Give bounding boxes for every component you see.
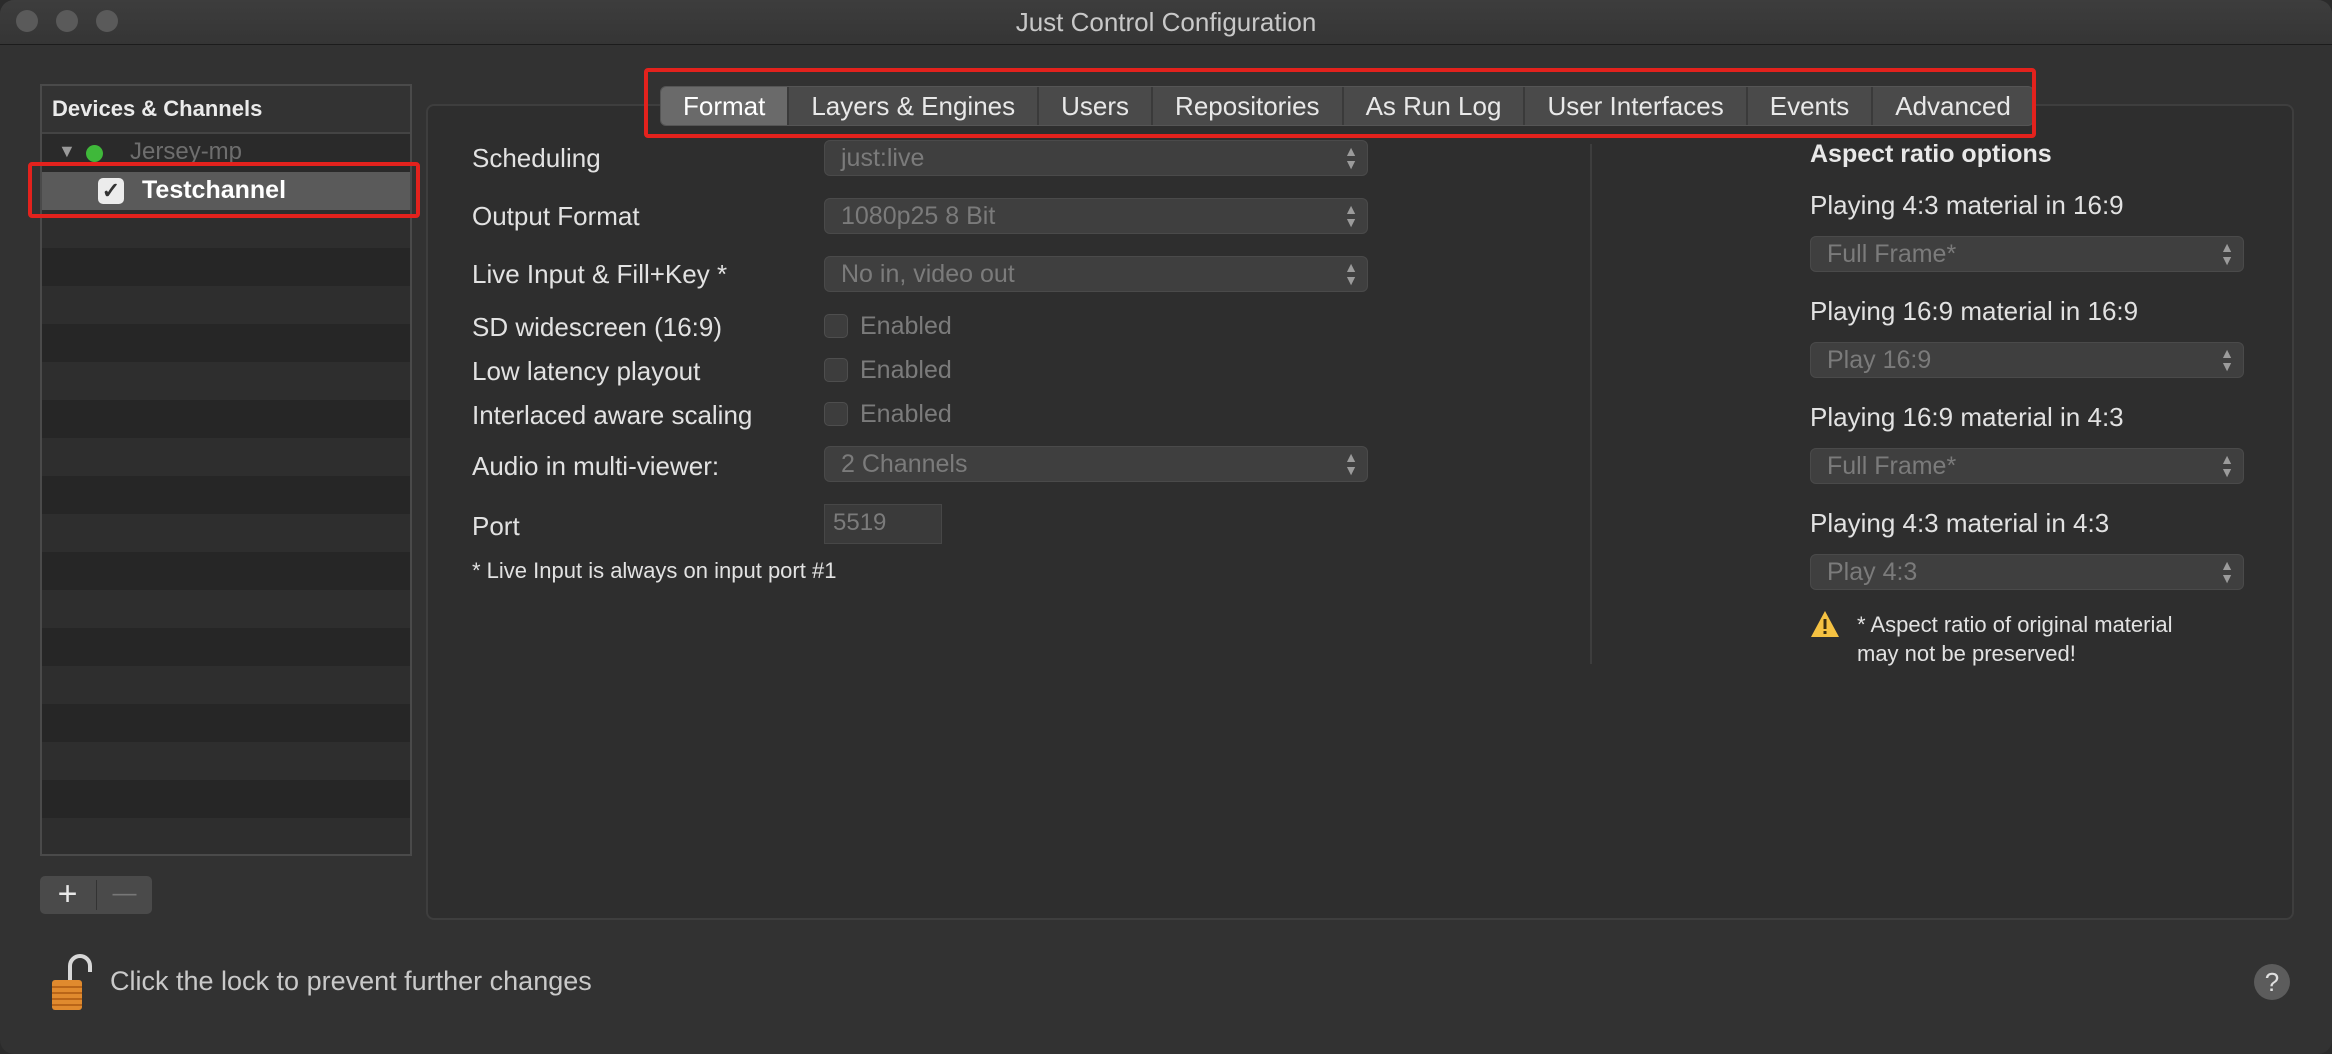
low-latency-checkbox[interactable]	[824, 358, 848, 382]
aspect-16x9-in-4x3-select[interactable]: Full Frame* ▲ ▼	[1810, 448, 2244, 484]
aspect-option-value: Play 16:9	[1827, 346, 1932, 374]
sd-widescreen-checkbox[interactable]	[824, 314, 848, 338]
live-input-note: * Live Input is always on input port #1	[472, 558, 837, 583]
list-row-empty	[42, 324, 410, 362]
aspect-option-label: Playing 4:3 material in 16:9	[1810, 190, 2124, 220]
sd-widescreen-checkbox-label: Enabled	[860, 312, 952, 340]
list-row-empty	[42, 286, 410, 324]
add-channel-button[interactable]: +	[40, 876, 95, 914]
list-row-empty	[42, 742, 410, 780]
disclosure-triangle-icon[interactable]: ▼	[58, 141, 76, 162]
interlaced-scaling-label: Interlaced aware scaling	[472, 400, 753, 430]
port-field[interactable]: 5519	[824, 504, 942, 544]
aspect-ratio-title: Aspect ratio options	[1810, 140, 2052, 168]
low-latency-checkbox-label: Enabled	[860, 356, 952, 384]
list-row-empty	[42, 628, 410, 666]
aspect-option-label: Playing 4:3 material in 4:3	[1810, 508, 2110, 538]
list-row-empty	[42, 552, 410, 590]
aspect-warning-text: * Aspect ratio of original material may …	[1857, 610, 2173, 668]
window-title: Just Control Configuration	[1015, 7, 1317, 37]
list-row-empty	[42, 590, 410, 628]
add-remove-control: + —	[40, 876, 152, 914]
live-input-label: Live Input & Fill+Key *	[472, 259, 728, 289]
scheduling-select[interactable]: just:live ▲ ▼	[824, 140, 1368, 176]
select-arrows-icon: ▲ ▼	[2220, 345, 2234, 374]
warning-icon	[1811, 611, 1839, 637]
select-arrows-icon: ▲ ▼	[2220, 239, 2234, 268]
status-dot-icon	[86, 145, 103, 162]
list-row-empty	[42, 666, 410, 704]
select-arrows-icon: ▲ ▼	[1344, 143, 1358, 172]
list-row-empty	[42, 438, 410, 476]
output-format-select[interactable]: 1080p25 8 Bit ▲ ▼	[824, 198, 1368, 234]
lock-text: Click the lock to prevent further change…	[110, 966, 592, 996]
scheduling-value: just:live	[841, 144, 925, 172]
aspect-option-value: Play 4:3	[1827, 558, 1918, 586]
interlaced-scaling-checkbox-label: Enabled	[860, 400, 952, 428]
aspect-option-value: Full Frame*	[1827, 240, 1957, 268]
aspect-4x3-in-4x3-select[interactable]: Play 4:3 ▲ ▼	[1810, 554, 2244, 590]
audio-multiviewer-label: Audio in multi-viewer:	[472, 451, 720, 481]
output-format-label: Output Format	[472, 201, 640, 231]
list-row-empty	[42, 362, 410, 400]
port-value: 5519	[833, 509, 887, 536]
list-row-empty	[42, 818, 410, 854]
interlaced-scaling-checkbox[interactable]	[824, 402, 848, 426]
remove-channel-button[interactable]: —	[97, 876, 152, 914]
column-divider	[1590, 144, 1592, 664]
help-button[interactable]: ?	[2254, 964, 2290, 1000]
aspect-option-label: Playing 16:9 material in 16:9	[1810, 296, 2139, 326]
aspect-option-label: Playing 16:9 material in 4:3	[1810, 402, 2124, 432]
output-format-value: 1080p25 8 Bit	[841, 202, 996, 230]
aspect-warning-line-1: * Aspect ratio of original material	[1857, 612, 2173, 637]
list-row-empty	[42, 704, 410, 742]
title-bar: Just Control Configuration	[0, 0, 2332, 45]
tabs-highlight-annotation	[644, 68, 2036, 138]
list-row-empty	[42, 400, 410, 438]
channel-highlight-annotation	[28, 162, 420, 218]
sidebar-header: Devices & Channels	[42, 86, 410, 134]
scheduling-label: Scheduling	[472, 143, 601, 173]
live-input-value: No in, video out	[841, 260, 1015, 288]
low-latency-label: Low latency playout	[472, 356, 701, 386]
select-arrows-icon: ▲ ▼	[1344, 259, 1358, 288]
port-label: Port	[472, 511, 520, 541]
list-row-empty	[42, 514, 410, 552]
select-arrows-icon: ▲ ▼	[1344, 201, 1358, 230]
list-row-empty	[42, 476, 410, 514]
list-row-empty	[42, 248, 410, 286]
list-row-empty	[42, 780, 410, 818]
aspect-option-value: Full Frame*	[1827, 452, 1957, 480]
config-window: Just Control Configuration Devices & Cha…	[0, 0, 2332, 1054]
select-arrows-icon: ▲ ▼	[2220, 451, 2234, 480]
live-input-select[interactable]: No in, video out ▲ ▼	[824, 256, 1368, 292]
sd-widescreen-label: SD widescreen (16:9)	[472, 312, 722, 342]
audio-multiviewer-value: 2 Channels	[841, 450, 968, 478]
aspect-4x3-in-16x9-select[interactable]: Full Frame* ▲ ▼	[1810, 236, 2244, 272]
select-arrows-icon: ▲ ▼	[2220, 557, 2234, 586]
unlocked-lock-icon[interactable]	[48, 952, 98, 1012]
select-arrows-icon: ▲ ▼	[1344, 449, 1358, 478]
aspect-warning-line-2: may not be preserved!	[1857, 641, 2076, 666]
audio-multiviewer-select[interactable]: 2 Channels ▲ ▼	[824, 446, 1368, 482]
aspect-16x9-in-16x9-select[interactable]: Play 16:9 ▲ ▼	[1810, 342, 2244, 378]
